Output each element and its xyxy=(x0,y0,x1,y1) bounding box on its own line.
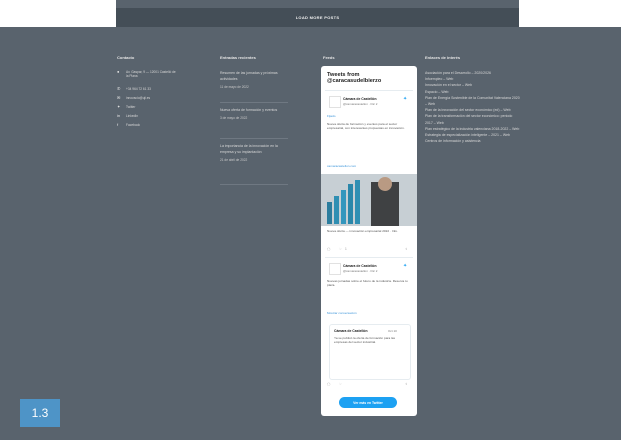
links-list: Asociación para el Desarrollo – 2020/202… xyxy=(425,70,520,144)
contact-email[interactable]: ✉ innovacio@uji.es xyxy=(117,96,150,101)
link-item[interactable]: Centros de información y asistencia xyxy=(425,138,520,144)
recent-posts-title: Entradas recientes xyxy=(220,55,256,60)
divider xyxy=(220,184,288,185)
divider xyxy=(220,138,288,139)
tweet-text: Nuevas jornadas sobre el futuro de la in… xyxy=(327,279,408,288)
like-icon[interactable]: ♡ xyxy=(339,247,342,251)
view-on-twitter-button[interactable]: Ver más en Twitter xyxy=(339,397,397,408)
like-count: 1 xyxy=(345,247,347,251)
top-strip-left xyxy=(0,0,116,27)
tweet-author-handle: @camaracastellon · Dic 2 xyxy=(343,102,378,106)
links-title: Enlaces de interés xyxy=(425,55,461,60)
pinned-label: Fijado xyxy=(327,114,336,118)
tweet-image-caption[interactable]: Nueva oferta — innovación empresarial 20… xyxy=(327,229,411,233)
facebook-icon: f xyxy=(117,122,119,127)
contact-title: Contacto xyxy=(117,55,135,60)
feed-title: Feeds xyxy=(323,55,335,60)
twitter-widget[interactable]: Tweets from @caracasudelbierzo Cámara de… xyxy=(321,66,417,416)
tweet-author-name[interactable]: Cámara de Castellón xyxy=(343,264,377,268)
top-strip-right xyxy=(519,0,621,27)
quoted-text: Ya se publicó la oferta de formación par… xyxy=(334,336,395,345)
link-item[interactable]: Plan de la transformación del sector eco… xyxy=(425,113,520,125)
recent-post-1-title[interactable]: Resumen de las jornadas y próximas activ… xyxy=(220,70,290,82)
twitter-bird-icon[interactable]: ✦ xyxy=(403,263,407,269)
quoted-author: Cámara de Castellón xyxy=(334,329,368,333)
section-badge: 1.3 xyxy=(20,399,60,427)
recent-post-3-date: 21 de abril de 2022 xyxy=(220,158,248,162)
email-icon: ✉ xyxy=(117,95,121,100)
share-icon[interactable]: ⇪ xyxy=(405,247,408,251)
twitter-widget-header[interactable]: Tweets from @caracasudelbierzo xyxy=(327,72,411,85)
reply-icon[interactable]: ◯ xyxy=(327,247,331,251)
recent-post-3[interactable]: La importancia de la innovación en la em… xyxy=(220,143,290,163)
contact-address-text: Av. Gaspar, 9 — 12001 Castelló de la Pla… xyxy=(126,70,176,79)
contact-linkedin-text: LinkedIn xyxy=(126,114,139,118)
contact-phone-text: +34 964 72 61 33 xyxy=(126,87,151,91)
like-icon[interactable]: ♡ xyxy=(339,382,342,386)
tweet-text: Nueva oferta de formación y eventos para… xyxy=(327,122,405,131)
contact-linkedin[interactable]: in LinkedIn xyxy=(117,114,138,119)
twitter-bird-icon[interactable]: ✦ xyxy=(403,96,407,102)
quoted-date: Oct 10 xyxy=(388,329,397,333)
recent-post-2-date: 3 de mayo de 2022 xyxy=(220,116,248,120)
tweet-image[interactable] xyxy=(321,174,417,226)
divider xyxy=(220,102,288,103)
recent-post-2[interactable]: Nueva oferta de formación y eventos 3 de… xyxy=(220,107,290,121)
divider xyxy=(325,90,413,91)
bottom-strip xyxy=(0,440,621,447)
twitter-icon: ✦ xyxy=(117,104,121,109)
contact-facebook-text: Facebook xyxy=(126,123,140,127)
map-pin-icon: ● xyxy=(117,69,120,74)
avatar[interactable] xyxy=(329,263,341,275)
tweet-link[interactable]: camaracastellon.com xyxy=(327,164,356,168)
page-background xyxy=(0,0,621,440)
contact-facebook[interactable]: f Facebook xyxy=(117,123,140,128)
share-icon[interactable]: ⇪ xyxy=(405,382,408,386)
contact-twitter[interactable]: ✦ Twitter xyxy=(117,105,135,110)
reply-icon[interactable]: ◯ xyxy=(327,382,331,386)
recent-post-1[interactable]: Resumen de las jornadas y próximas activ… xyxy=(220,70,290,90)
contact-address: ● Av. Gaspar, 9 — 12001 Castelló de la P… xyxy=(117,70,178,79)
chart-photo-graphic xyxy=(321,174,417,226)
linkedin-icon: in xyxy=(117,113,121,118)
tweet-author-name[interactable]: Cámara de Castellón xyxy=(343,97,377,101)
contact-phone[interactable]: ✆ +34 964 72 61 33 xyxy=(117,87,151,92)
quoted-tweet[interactable]: Cámara de Castellón Oct 10 Ya se publicó… xyxy=(329,324,411,380)
recent-post-3-title[interactable]: La importancia de la innovación en la em… xyxy=(220,143,290,155)
load-more-button[interactable]: LOAD MORE POSTS xyxy=(116,8,519,27)
show-thread-link[interactable]: Mostrar conversación xyxy=(327,311,357,315)
link-item[interactable]: Plan de Energía Sostenible de la Comunit… xyxy=(425,95,520,107)
phone-icon: ✆ xyxy=(117,86,121,91)
recent-post-2-title[interactable]: Nueva oferta de formación y eventos xyxy=(220,107,290,113)
contact-twitter-text: Twitter xyxy=(126,105,136,109)
avatar[interactable] xyxy=(329,96,341,108)
divider xyxy=(325,257,413,258)
recent-post-1-date: 11 de mayo de 2022 xyxy=(220,85,249,89)
contact-email-text: innovacio@uji.es xyxy=(126,96,151,100)
tweet-author-handle: @camaracastellon · Dic 2 xyxy=(343,269,378,273)
